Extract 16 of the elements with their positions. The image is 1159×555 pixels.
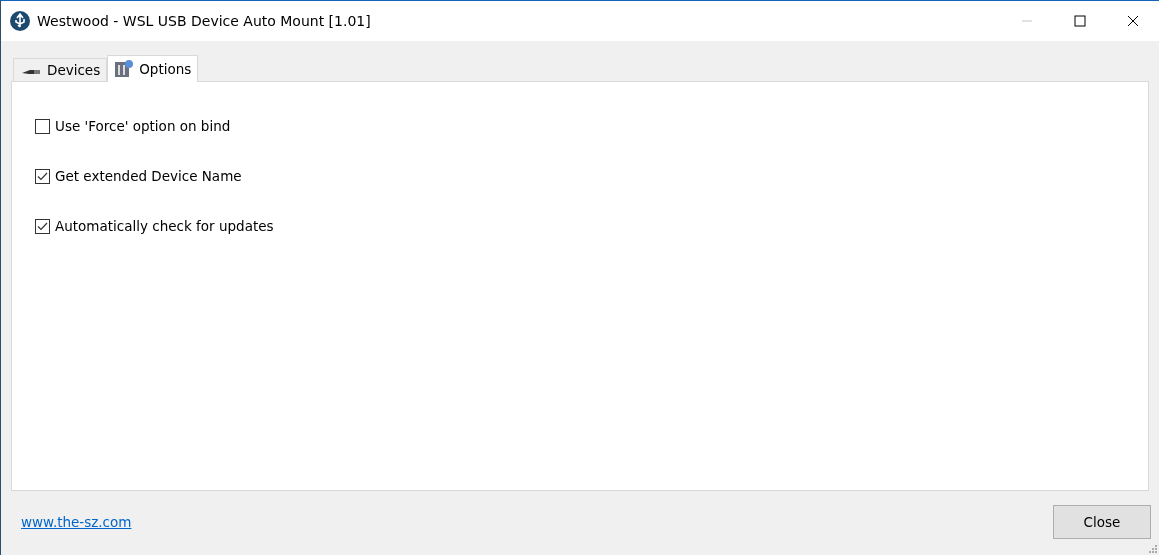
- window-title: Westwood - WSL USB Device Auto Mount [1.01]: [37, 13, 371, 29]
- settings-icon: [114, 59, 135, 79]
- maximize-icon: [1073, 15, 1086, 27]
- website-link[interactable]: www.the-sz.com: [21, 514, 132, 530]
- usb-logo-icon: [10, 11, 30, 31]
- resize-grip-icon[interactable]: [1149, 545, 1158, 554]
- checkbox-label: Get extended Device Name: [55, 168, 242, 184]
- close-icon: [1126, 15, 1139, 27]
- checkbox[interactable]: [35, 118, 50, 134]
- checkbox[interactable]: [35, 218, 50, 234]
- tab[interactable]: Options: [107, 55, 199, 82]
- checkbox[interactable]: [35, 168, 50, 184]
- checkbox-label: Automatically check for updates: [55, 218, 274, 234]
- checkbox-label: Use 'Force' option on bind: [55, 118, 231, 134]
- close-dialog-button[interactable]: Close: [1053, 505, 1151, 539]
- tab[interactable]: Devices: [13, 58, 108, 81]
